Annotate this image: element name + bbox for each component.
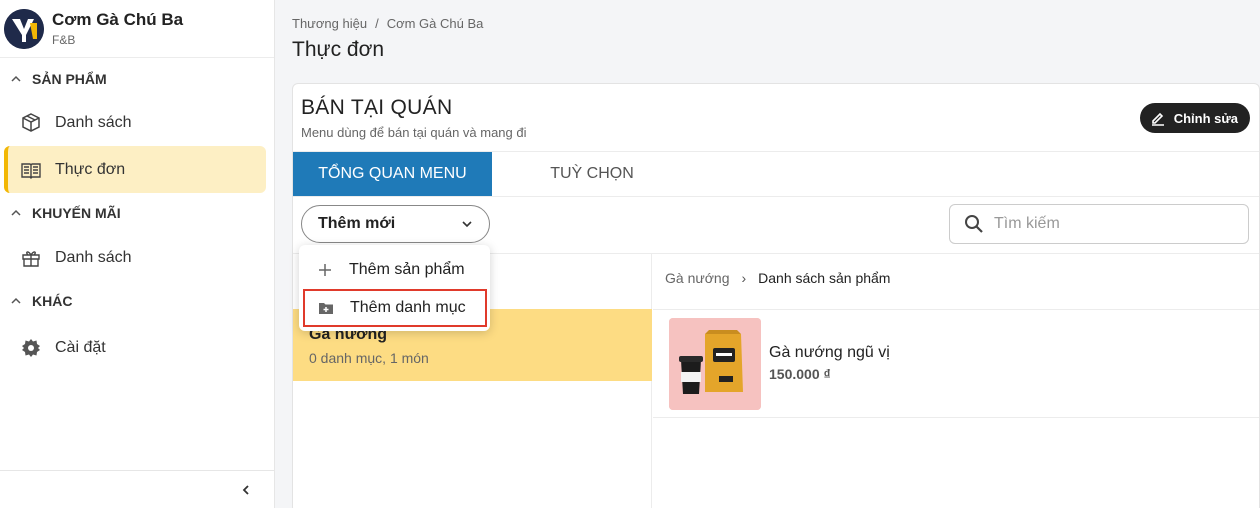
product-breadcrumb-current: Danh sách sản phẩm xyxy=(758,270,891,286)
add-new-dropdown: Thêm sản phẩm Thêm danh mục xyxy=(299,245,490,331)
box-icon xyxy=(22,112,40,132)
add-category-label: Thêm danh mục xyxy=(350,299,466,316)
add-new-select[interactable]: Thêm mới xyxy=(301,205,490,243)
section-khuyen-mai[interactable]: KHUYẾN MÃI xyxy=(0,193,274,233)
sidebar-item-label: Thực đơn xyxy=(55,160,126,178)
folder-plus-icon xyxy=(319,303,333,314)
brand-name: Cơm Gà Chú Ba xyxy=(52,10,184,29)
section-title: KHUYẾN MÃI xyxy=(32,205,121,221)
chevron-up-icon xyxy=(11,297,21,304)
edit-button-label: Chỉnh sửa xyxy=(1173,110,1238,126)
breadcrumb: Thương hiệu / Cơm Gà Chú Ba xyxy=(292,16,483,31)
chevron-right-icon: › xyxy=(741,270,747,286)
product-panel: Gà nướng › Danh sách sản phẩm Gà nướng n… xyxy=(653,254,1259,508)
add-product-option[interactable]: Thêm sản phẩm xyxy=(299,251,490,288)
breadcrumb-item-brand[interactable]: Thương hiệu xyxy=(292,16,367,31)
sidebar-item-products[interactable]: Danh sách xyxy=(4,99,266,146)
chevron-up-icon xyxy=(11,75,21,82)
sidebar-collapse-bar[interactable] xyxy=(0,470,274,508)
tab-options[interactable]: TUỲ CHỌN xyxy=(492,152,692,196)
chevron-down-icon xyxy=(462,221,472,228)
product-name: Gà nướng ngũ vị xyxy=(769,344,890,361)
product-breadcrumb-category[interactable]: Gà nướng xyxy=(665,270,729,286)
sidebar-item-menu[interactable]: Thực đơn xyxy=(4,146,266,193)
chevron-left-icon[interactable] xyxy=(240,484,252,496)
menu-subtitle: Menu dùng để bán tại quán và mang đi xyxy=(301,125,527,140)
search-icon xyxy=(965,215,983,233)
search-input[interactable] xyxy=(994,215,1234,233)
sidebar-item-label: Cài đặt xyxy=(55,338,106,356)
pencil-icon xyxy=(1151,112,1164,126)
product-image xyxy=(669,318,761,410)
page-title: Thực đơn xyxy=(292,38,385,61)
edit-button[interactable]: Chỉnh sửa xyxy=(1139,103,1250,133)
sidebar-item-label: Danh sách xyxy=(55,248,132,266)
product-row[interactable]: Gà nướng ngũ vị 150.000 ₫ xyxy=(653,310,1259,418)
chevron-up-icon xyxy=(11,209,21,216)
gear-icon xyxy=(22,338,40,357)
menu-title: BÁN TẠI QUÁN xyxy=(301,96,453,119)
tab-menu-overview[interactable]: TỔNG QUAN MENU xyxy=(293,152,492,196)
product-breadcrumb: Gà nướng › Danh sách sản phẩm xyxy=(665,270,890,286)
menu-book-icon xyxy=(21,162,41,179)
breadcrumb-item-store[interactable]: Cơm Gà Chú Ba xyxy=(387,16,484,31)
add-new-label: Thêm mới xyxy=(318,215,396,232)
breadcrumb-separator: / xyxy=(375,16,379,31)
brand-header[interactable]: Cơm Gà Chú Ba F&B xyxy=(0,0,274,58)
sidebar: Cơm Gà Chú Ba F&B SẢN PHẨM Danh sách Thự… xyxy=(0,0,275,508)
sidebar-item-promotions[interactable]: Danh sách xyxy=(4,234,266,281)
brand-logo xyxy=(4,8,44,49)
product-price: 150.000 ₫ xyxy=(769,366,831,382)
section-title: KHÁC xyxy=(32,293,73,309)
plus-icon xyxy=(319,263,331,276)
add-product-label: Thêm sản phẩm xyxy=(349,260,465,278)
section-title: SẢN PHẨM xyxy=(32,71,107,87)
section-khac[interactable]: KHÁC xyxy=(0,281,274,321)
brand-subtitle: F&B xyxy=(52,33,76,47)
tab-bar: TỔNG QUAN MENU TUỲ CHỌN xyxy=(293,152,692,196)
divider xyxy=(293,196,1259,197)
section-san-pham[interactable]: SẢN PHẨM xyxy=(0,59,274,99)
sidebar-item-label: Danh sách xyxy=(55,113,132,131)
add-category-option[interactable]: Thêm danh mục xyxy=(303,289,487,327)
category-meta: 0 danh mục, 1 món xyxy=(309,350,429,366)
sidebar-item-settings[interactable]: Cài đặt xyxy=(4,324,266,371)
gift-icon xyxy=(22,250,40,267)
search-box[interactable] xyxy=(949,204,1249,244)
